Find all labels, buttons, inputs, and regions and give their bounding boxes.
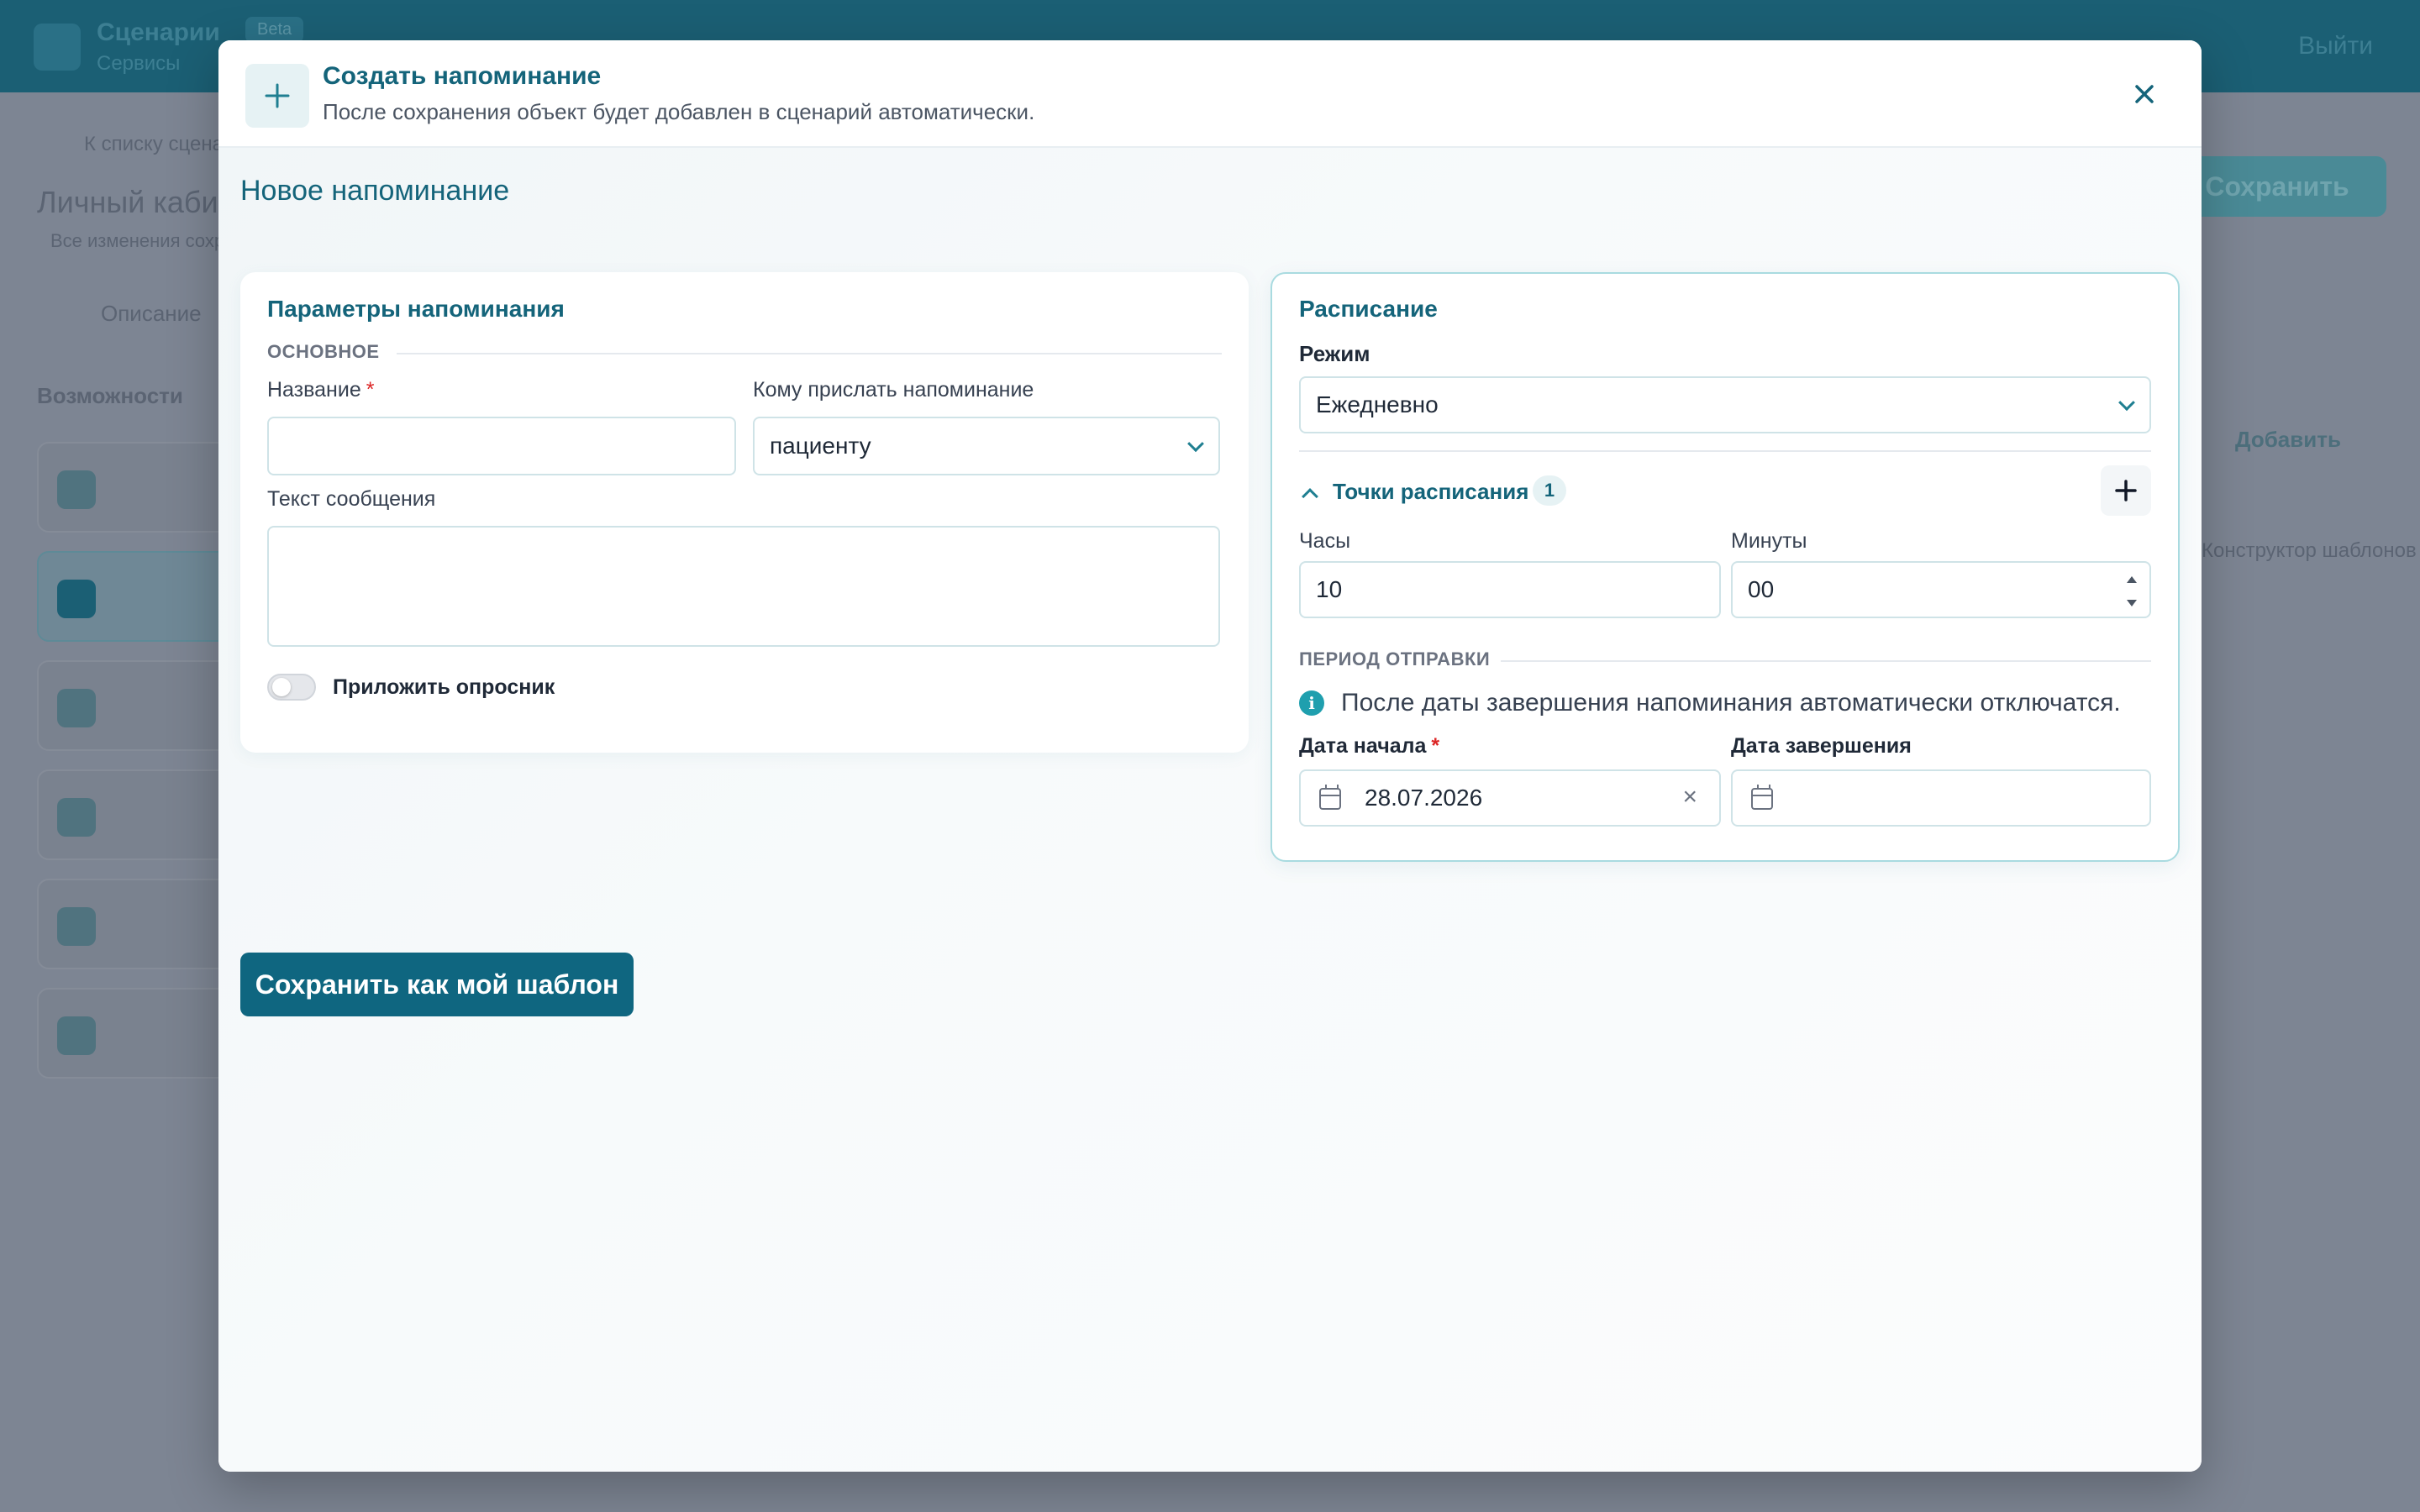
chevron-up-icon[interactable] bbox=[1302, 488, 1318, 505]
attach-survey-label: Приложить опросник bbox=[333, 675, 555, 699]
modal-header: Создать напоминание После сохранения объ… bbox=[218, 40, 2202, 148]
minutes-value: 00 bbox=[1748, 576, 1775, 602]
end-date-label: Дата завершения bbox=[1731, 734, 1912, 758]
name-input[interactable] bbox=[267, 417, 736, 475]
feature-icon bbox=[57, 470, 96, 509]
tab-description[interactable]: Описание bbox=[101, 301, 202, 327]
section-divider bbox=[1501, 660, 2151, 662]
stepper-down-icon[interactable] bbox=[2127, 600, 2137, 606]
points-count-badge: 1 bbox=[1533, 475, 1566, 506]
feature-icon bbox=[57, 689, 96, 727]
recipient-select[interactable]: пациенту bbox=[753, 417, 1220, 475]
hours-input[interactable]: 10 bbox=[1299, 561, 1721, 618]
recipient-label: Кому прислать напоминание bbox=[753, 378, 1034, 402]
stepper-up-icon[interactable] bbox=[2127, 576, 2137, 583]
beta-badge: Beta bbox=[245, 17, 304, 43]
app-logo-icon bbox=[34, 24, 81, 71]
create-reminder-modal: Создать напоминание После сохранения объ… bbox=[218, 40, 2202, 1472]
section-title: Возможности bbox=[37, 383, 183, 408]
chevron-down-icon bbox=[2118, 394, 2135, 412]
modal-body: Новое напоминание Параметры напоминания … bbox=[218, 148, 2202, 1472]
minutes-label: Минуты bbox=[1731, 529, 1807, 553]
modal-subtitle: После сохранения объект будет добавлен в… bbox=[323, 99, 1035, 124]
bg-template-link[interactable]: Конструктор шаблонов bbox=[2202, 539, 2417, 563]
clear-date-icon[interactable]: × bbox=[1682, 783, 1697, 811]
modal-title: Создать напоминание bbox=[323, 62, 602, 90]
calendar-icon bbox=[1319, 785, 1341, 810]
mode-select[interactable]: Ежедневно bbox=[1299, 376, 2151, 433]
schedule-points-toggle[interactable]: Точки расписания bbox=[1333, 479, 1528, 505]
schedule-card: Расписание Режим Ежедневно Точки расписа… bbox=[1270, 272, 2180, 862]
start-date-value: 28.07.2026 bbox=[1365, 785, 1483, 811]
message-label: Текст сообщения bbox=[267, 487, 436, 511]
mode-label: Режим bbox=[1299, 341, 1370, 366]
section-basic-label: ОСНОВНОЕ bbox=[267, 341, 380, 362]
section-divider bbox=[397, 353, 1222, 354]
mode-value: Ежедневно bbox=[1316, 391, 1439, 417]
feature-icon bbox=[57, 798, 96, 837]
app-title: Сценарии bbox=[97, 18, 220, 46]
message-textarea[interactable] bbox=[267, 526, 1220, 647]
period-info-text: После даты завершения напоминания автома… bbox=[1341, 689, 2121, 717]
info-icon: i bbox=[1299, 690, 1324, 716]
reminder-params-card: Параметры напоминания ОСНОВНОЕ Название *… bbox=[240, 272, 1249, 753]
app-subtitle: Сервисы bbox=[97, 52, 181, 75]
close-icon[interactable] bbox=[2124, 74, 2165, 114]
feature-icon bbox=[57, 580, 96, 618]
send-period-label: ПЕРИОД ОТПРАВКИ bbox=[1299, 648, 1491, 669]
logout-button[interactable]: Выйти bbox=[2298, 32, 2373, 60]
params-title: Параметры напоминания bbox=[267, 296, 565, 322]
toggle-knob bbox=[272, 678, 291, 696]
save-as-template-button[interactable]: Сохранить как мой шаблон bbox=[240, 953, 634, 1016]
schedule-title: Расписание bbox=[1299, 296, 1438, 322]
name-label: Название * bbox=[267, 378, 375, 402]
feature-icon bbox=[57, 1016, 96, 1055]
calendar-icon bbox=[1751, 785, 1773, 810]
plus-icon bbox=[245, 64, 309, 128]
add-point-button[interactable] bbox=[2101, 465, 2151, 516]
minutes-input[interactable]: 00 bbox=[1731, 561, 2151, 618]
start-date-input[interactable]: 28.07.2026 × bbox=[1299, 769, 1721, 827]
minutes-stepper[interactable] bbox=[2124, 575, 2139, 608]
bg-add-button[interactable]: Добавить bbox=[2235, 427, 2341, 453]
attach-survey-toggle[interactable] bbox=[267, 674, 316, 701]
hours-label: Часы bbox=[1299, 529, 1351, 553]
end-date-input[interactable] bbox=[1731, 769, 2151, 827]
recipient-value: пациенту bbox=[770, 433, 871, 459]
plus-icon bbox=[2115, 480, 2137, 501]
feature-icon bbox=[57, 907, 96, 946]
section-divider bbox=[1299, 450, 2151, 452]
chevron-down-icon bbox=[1187, 435, 1204, 453]
start-date-label: Дата начала * bbox=[1299, 734, 1440, 758]
form-heading: Новое напоминание bbox=[240, 175, 510, 207]
